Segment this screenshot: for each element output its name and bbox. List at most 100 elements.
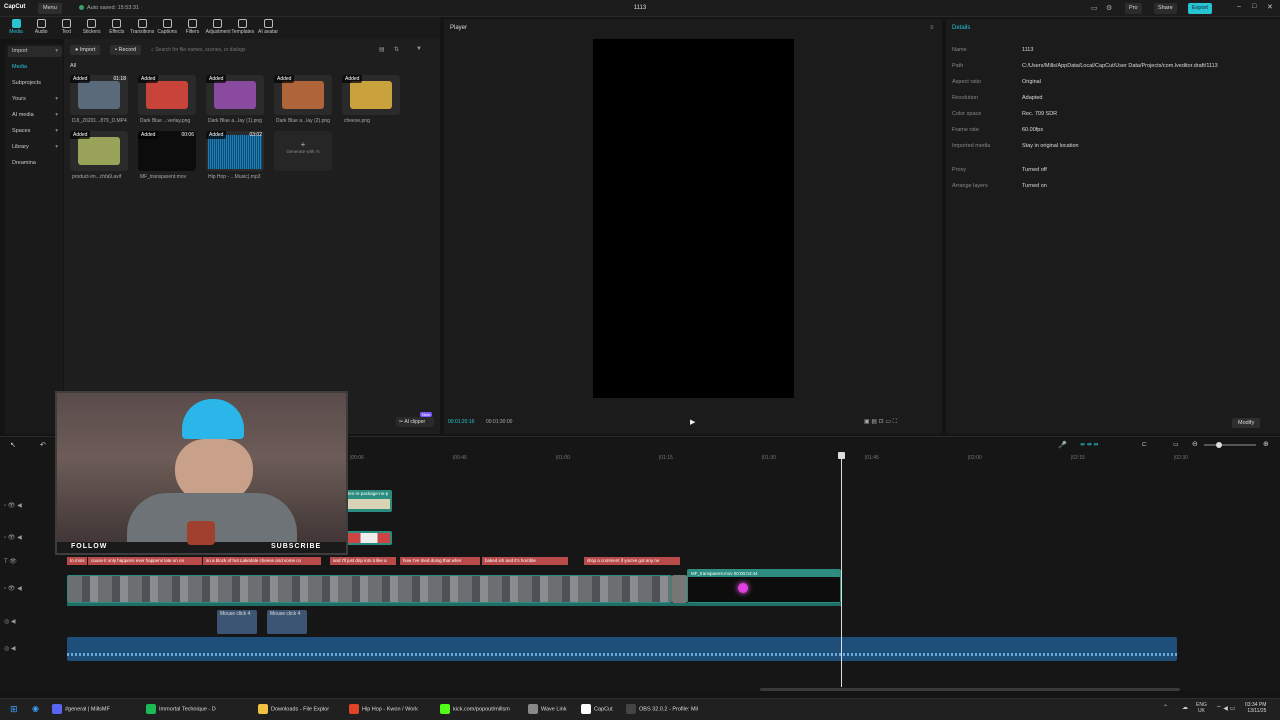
settings-icon[interactable]: ⚙ [1106, 4, 1112, 12]
sidebar-item-spaces[interactable]: Spaces ▾ [8, 126, 62, 137]
media-item[interactable]: Added [342, 75, 400, 115]
tray-chevron-icon[interactable]: ⌃ [1163, 704, 1168, 711]
taskbar-app[interactable]: Wave Link [528, 704, 566, 714]
toolbar-adjustment[interactable]: Adjustment [206, 19, 231, 35]
import-button[interactable]: ● Import [70, 45, 101, 55]
zoom-handle[interactable] [1216, 442, 1222, 448]
media-item[interactable]: Added [70, 131, 128, 171]
clock[interactable]: 03:34 PM 13/11/25 [1245, 702, 1266, 714]
taskbar-app[interactable]: #general | MillsMF [52, 704, 110, 714]
select-tool-icon[interactable]: ↖ [10, 441, 16, 449]
taskbar-app[interactable]: Downloads - File Explor [258, 704, 329, 714]
record-button[interactable]: ▪ Record [110, 45, 142, 55]
sidebar-item-yours[interactable]: Yours ▾ [8, 94, 62, 105]
view-toggle-icon[interactable]: ▤ [379, 46, 385, 53]
playhead[interactable] [841, 455, 842, 687]
sidebar-item-library[interactable]: Library ▾ [8, 142, 62, 153]
media-item[interactable]: Added 03:02 [206, 131, 264, 171]
layout-icon[interactable]: ▭ [1091, 4, 1098, 12]
undo-icon[interactable]: ↶ [40, 441, 46, 449]
sound-clip-2[interactable]: Mouse click 4 [267, 610, 307, 634]
fit-icon[interactable]: ▭ [1173, 441, 1179, 448]
toolbar-media[interactable]: Media [4, 19, 28, 35]
music-clip[interactable] [67, 637, 1177, 661]
close-icon[interactable]: ✕ [1267, 3, 1273, 11]
overlay-clip[interactable] [346, 531, 392, 545]
media-item[interactable]: Added [138, 75, 196, 115]
toolbar-filters[interactable]: Filters [180, 19, 204, 35]
sidebar-item-dreamina[interactable]: Dreamina [8, 158, 62, 169]
player-controls-icons[interactable]: ▣ ▤ ⊡ ▭ ⛶ [864, 418, 897, 426]
toolbar-effects[interactable]: Effects [105, 19, 129, 35]
video-canvas[interactable] [593, 39, 794, 398]
ai-clipper-button[interactable]: ✂ AI clipper [396, 417, 434, 427]
taskbar-app[interactable]: OBS 32.0.2 - Profile: Mil [626, 704, 698, 714]
sidebar-item-ai-media[interactable]: AI media ▾ [8, 110, 62, 121]
preview-axis-icon[interactable]: ⊏ [1142, 441, 1147, 448]
caption-clip[interactable]: to mins [67, 557, 87, 565]
taskbar-app[interactable]: kick.com/popout/millsm [440, 704, 510, 714]
media-item[interactable]: Added 01:18 [70, 75, 128, 115]
main-video-clip[interactable] [67, 575, 672, 603]
zoom-slider[interactable] [1204, 444, 1256, 446]
sort-icon[interactable]: ⇅ [394, 46, 399, 53]
media-search-input[interactable]: ⌕ Search for file names, scenes, or dial… [148, 45, 288, 55]
caption-clip[interactable]: so a block of hot Lakedale cheese and so… [203, 557, 321, 565]
toolbar-templates[interactable]: Templates [231, 19, 255, 35]
taskbar-app[interactable]: Immortal Technique - D [146, 704, 216, 714]
toolbar-captions[interactable]: Captions [155, 19, 179, 35]
zoom-out-icon[interactable]: ⊖ [1192, 440, 1198, 448]
detail-value: Stay in original location [1022, 143, 1079, 149]
taskbar-app-label: Hip Hop - Kwon / Work [362, 706, 418, 713]
media-item[interactable]: Added [206, 75, 264, 115]
media-item[interactable]: Added [274, 75, 332, 115]
toolbar-stickers[interactable]: Stickers [80, 19, 104, 35]
onedrive-icon[interactable]: ☁ [1182, 704, 1188, 711]
track-controls-text[interactable]: T 👁 [4, 558, 64, 568]
network-sound-icons[interactable]: ⌔ ◀ ▭ [1216, 704, 1235, 712]
microphone-icon[interactable]: 🎤 [1058, 441, 1067, 449]
timeline-scrollbar[interactable] [760, 688, 1180, 691]
start-icon[interactable]: ⊞ [10, 704, 18, 715]
transition-marker[interactable] [672, 575, 687, 603]
modify-button[interactable]: Modify [1232, 418, 1261, 428]
player-menu-icon[interactable]: ≡ [930, 25, 934, 31]
caption-clip[interactable]: and I'll just drip into it like a [330, 557, 396, 565]
filter-icon[interactable]: ▼ [416, 46, 422, 52]
snap-tools-icons[interactable]: ⇹ ⇹ ⇹ [1080, 441, 1098, 448]
sticker-clip[interactable]: ten-in-package-ne-p [346, 490, 392, 512]
sidebar-item-media[interactable]: Media [8, 62, 62, 73]
share-button[interactable]: Share [1154, 3, 1177, 14]
sidebar-item-import[interactable]: Import ▾ [8, 46, 62, 57]
zoom-in-icon[interactable]: ⊕ [1263, 440, 1269, 448]
caption-clip[interactable]: how I've tried doing that wher [400, 557, 480, 565]
minimize-icon[interactable]: – [1237, 3, 1241, 10]
caption-clip[interactable]: baked ish and it's horrible [482, 557, 568, 565]
sound-clip-1[interactable]: Mouse click 4 [217, 610, 257, 634]
caption-clip[interactable]: cause it only happens ever happens late … [88, 557, 202, 565]
sidebar-item-subprojects[interactable]: Subprojects [8, 78, 62, 89]
toolbar-ai-avatar[interactable]: AI avatar [256, 19, 280, 35]
media-item-name: Dark Blue a...lay (2).png [276, 118, 330, 124]
caption-clip[interactable]: drop a comment if you've got any ne [584, 557, 680, 565]
toolbar-transitions[interactable]: Transitions [130, 19, 154, 35]
maximize-icon[interactable]: □ [1252, 3, 1256, 10]
taskbar-app[interactable]: Hip Hop - Kwon / Work [349, 704, 418, 714]
toolbar-audio[interactable]: Audio [29, 19, 53, 35]
playhead-handle[interactable] [838, 452, 845, 459]
language-indicator[interactable]: ENG UK [1196, 702, 1207, 714]
generate-with-ai-tile[interactable]: + Generate with AI [274, 131, 332, 171]
track-controls-sfx[interactable]: ◎ ◀ [4, 618, 64, 628]
menu-button[interactable]: Menu [38, 3, 62, 14]
export-button[interactable]: Export [1188, 3, 1212, 14]
mf-transparent-clip[interactable]: MF_transparent.mov 00:00:04:44 [687, 569, 841, 603]
track-controls-main[interactable]: ▫ 👁 ◀ [4, 585, 64, 595]
filter-all-label[interactable]: All [70, 63, 76, 69]
pro-button[interactable]: Pro [1125, 3, 1142, 14]
track-controls-music[interactable]: ◎ ◀ [4, 645, 64, 655]
play-icon[interactable]: ▶ [690, 418, 695, 426]
edge-icon[interactable]: ◉ [32, 704, 39, 713]
taskbar-app[interactable]: CapCut [581, 704, 613, 714]
media-item[interactable]: Added 00:06 [138, 131, 196, 171]
toolbar-text[interactable]: Text [54, 19, 78, 35]
